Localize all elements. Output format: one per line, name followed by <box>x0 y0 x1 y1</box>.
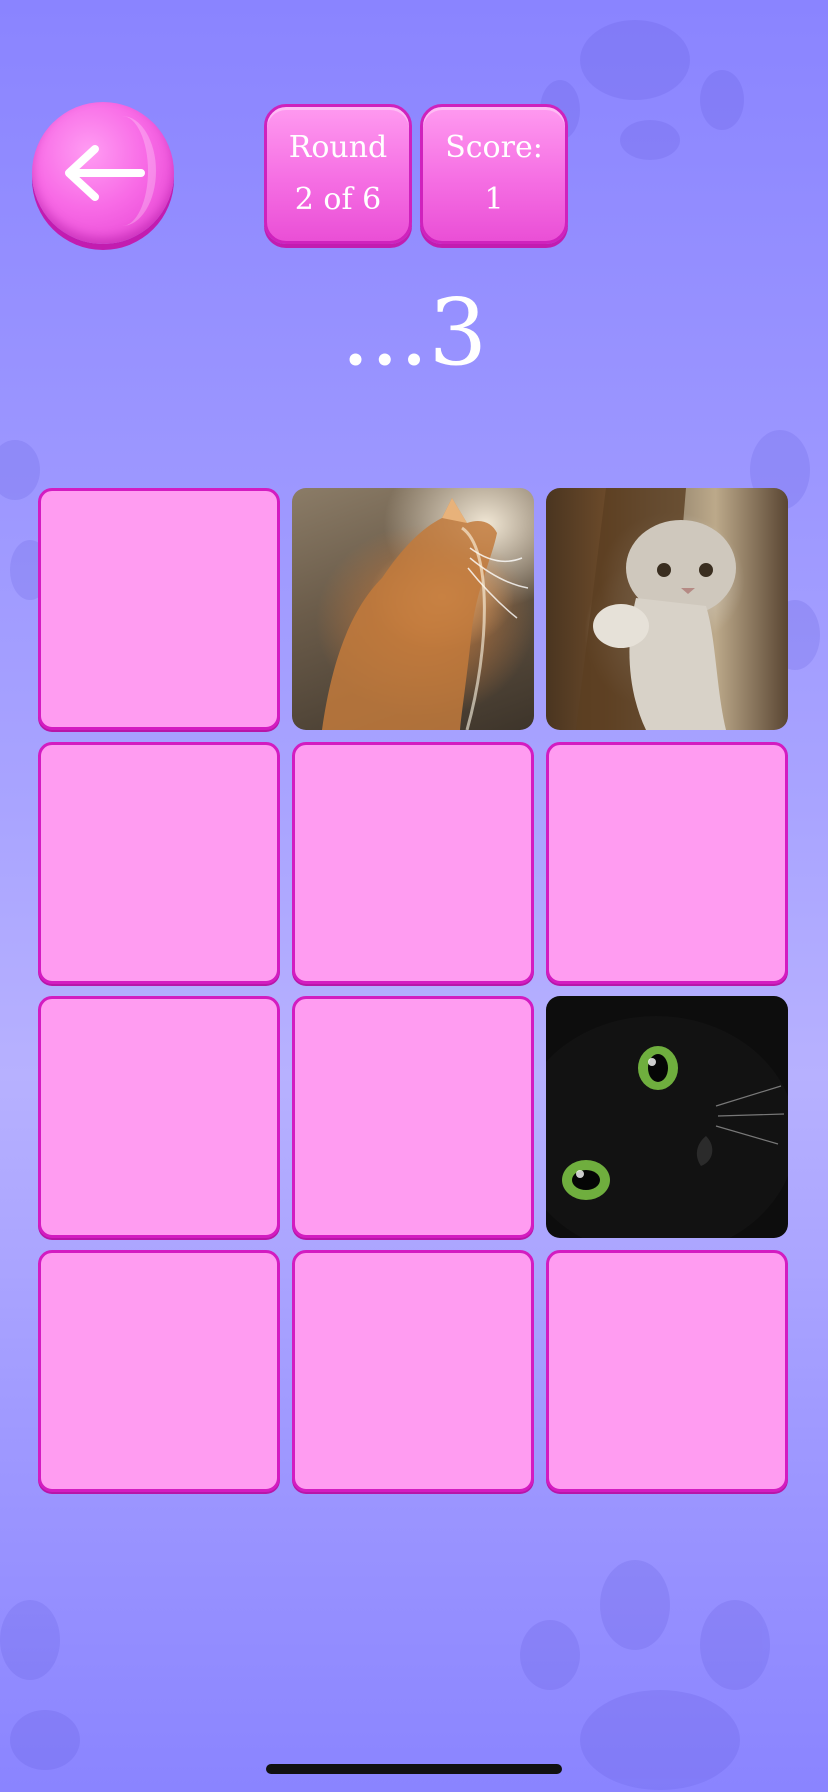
card-grid <box>38 488 790 1492</box>
card-face-down[interactable] <box>38 488 280 730</box>
card-face-down[interactable] <box>292 742 534 984</box>
ginger-cat-photo <box>322 498 529 730</box>
score-indicator: Score: 1 <box>420 104 568 244</box>
paw-print-decoration <box>0 1580 110 1780</box>
back-button[interactable] <box>32 102 174 244</box>
grey-cat-photo <box>576 488 736 730</box>
round-label: Round <box>288 130 388 165</box>
card-face-down[interactable] <box>38 1250 280 1492</box>
card-face-down[interactable] <box>292 1250 534 1492</box>
card-face-down[interactable] <box>292 996 534 1238</box>
card-black-cat[interactable] <box>546 996 788 1238</box>
score-value: 1 <box>484 182 504 217</box>
card-face-down[interactable] <box>546 742 788 984</box>
card-grey-cat[interactable] <box>546 488 788 730</box>
black-cat-photo <box>546 1016 788 1238</box>
card-face-down[interactable] <box>546 1250 788 1492</box>
arrow-left-icon <box>65 145 145 201</box>
round-indicator: Round 2 of 6 <box>264 104 412 244</box>
countdown-text: ...3 <box>340 279 488 386</box>
score-label: Score: <box>445 130 543 165</box>
card-ginger-cat[interactable] <box>292 488 534 730</box>
card-face-down[interactable] <box>38 996 280 1238</box>
card-face-down[interactable] <box>38 742 280 984</box>
paw-print-decoration <box>520 1560 820 1790</box>
home-indicator[interactable] <box>266 1764 562 1774</box>
round-value: 2 of 6 <box>294 182 382 217</box>
